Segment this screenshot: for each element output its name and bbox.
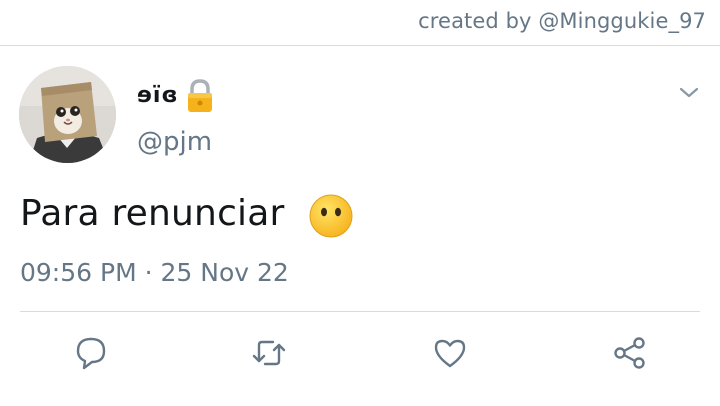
lock-icon [183,78,217,114]
avatar[interactable] [19,66,116,163]
top-divider [0,45,720,46]
share-icon [614,337,645,369]
chevron-down-icon[interactable] [678,85,700,101]
share-button[interactable] [612,335,648,371]
user-handle[interactable]: @pjm [137,127,212,157]
like-button[interactable] [432,335,468,371]
face-without-mouth-emoji [308,193,354,239]
tweet-card: created by @Minggukie_97 ɘïɞ @pjm Para r… [0,0,720,406]
retweet-icon [252,340,286,366]
retweet-button[interactable] [251,335,287,371]
tweet-timestamp[interactable]: 09:56 PM · 25 Nov 22 [20,258,289,287]
tweet-text: Para renunciar [20,193,285,234]
like-icon [434,339,466,368]
reply-icon [76,337,106,370]
reply-button[interactable] [73,335,109,371]
display-name[interactable]: ɘïɞ [137,83,179,108]
avatar-image [19,66,116,163]
actions-divider [20,311,700,312]
creator-credit: created by @Minggukie_97 [418,9,706,33]
